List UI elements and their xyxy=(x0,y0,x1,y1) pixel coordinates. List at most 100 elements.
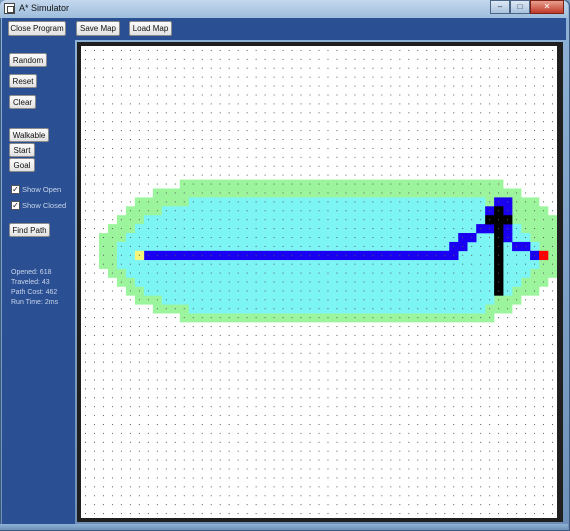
grid-dot xyxy=(210,201,212,203)
grid-dot xyxy=(444,192,446,194)
grid-dot xyxy=(480,219,482,221)
grid-dot xyxy=(543,165,545,167)
minimize-button[interactable]: – xyxy=(490,0,510,14)
grid-dot xyxy=(435,147,437,149)
grid-dot xyxy=(534,94,536,96)
grid-dot xyxy=(264,343,266,345)
grid-dot xyxy=(390,85,392,87)
grid-dot xyxy=(246,139,248,141)
grid-dot xyxy=(372,139,374,141)
grid-dot xyxy=(165,326,167,328)
reset-button[interactable]: Reset xyxy=(9,74,37,88)
grid-dot xyxy=(381,397,383,399)
grid-dot xyxy=(201,192,203,194)
load-map-button[interactable]: Load Map xyxy=(129,21,172,36)
grid-dot xyxy=(102,67,104,69)
grid-dot xyxy=(237,370,239,372)
grid-dot xyxy=(102,165,104,167)
grid-dot xyxy=(147,156,149,158)
grid-dot xyxy=(84,263,86,265)
grid-dot xyxy=(93,67,95,69)
close-window-button[interactable]: ✕ xyxy=(530,0,564,14)
grid-dot xyxy=(291,477,293,479)
grid-dot xyxy=(147,236,149,238)
grid-dot xyxy=(120,263,122,265)
close-program-button[interactable]: Close Program xyxy=(8,21,66,36)
grid-dot xyxy=(327,112,329,114)
grid-dot xyxy=(264,103,266,105)
grid-dot xyxy=(525,263,527,265)
grid-dot xyxy=(534,112,536,114)
show-closed-checkbox[interactable]: ✓ xyxy=(11,201,20,210)
grid-dot xyxy=(246,236,248,238)
grid-dot xyxy=(282,236,284,238)
grid-dot xyxy=(543,317,545,319)
grid-dot xyxy=(507,486,509,488)
grid-dot xyxy=(435,121,437,123)
grid-dot xyxy=(435,139,437,141)
grid-dot xyxy=(462,281,464,283)
grid-dot xyxy=(399,94,401,96)
grid-dot xyxy=(417,361,419,363)
show-open-checkbox[interactable]: ✓ xyxy=(11,185,20,194)
grid-dot xyxy=(480,147,482,149)
title-bar[interactable]: A* Simulator – □ ✕ xyxy=(0,0,568,18)
grid-dot xyxy=(156,326,158,328)
grid-dot xyxy=(408,236,410,238)
goal-button[interactable]: Goal xyxy=(9,158,35,172)
grid-dot xyxy=(84,245,86,247)
grid-dot xyxy=(219,504,221,506)
grid-dot xyxy=(273,236,275,238)
grid-dot xyxy=(129,379,131,381)
grid-dot xyxy=(336,201,338,203)
grid-dot xyxy=(300,352,302,354)
grid-dot xyxy=(426,192,428,194)
grid-dot xyxy=(183,228,185,230)
grid-dot xyxy=(273,415,275,417)
clear-button[interactable]: Clear xyxy=(9,95,36,109)
pathfinding-grid[interactable] xyxy=(81,46,557,518)
grid-dot xyxy=(264,290,266,292)
save-map-button[interactable]: Save Map xyxy=(76,21,120,36)
grid-dot xyxy=(228,201,230,203)
find-path-button[interactable]: Find Path xyxy=(9,223,50,237)
maximize-button[interactable]: □ xyxy=(510,0,530,14)
grid-dot xyxy=(93,459,95,461)
grid-dot xyxy=(210,450,212,452)
grid-dot xyxy=(165,165,167,167)
grid-dot xyxy=(219,112,221,114)
grid-dot xyxy=(300,85,302,87)
grid-dot xyxy=(507,219,509,221)
grid-dot xyxy=(264,183,266,185)
grid-dot xyxy=(318,76,320,78)
grid-dot xyxy=(363,361,365,363)
grid-dot xyxy=(264,67,266,69)
grid-dot xyxy=(354,299,356,301)
grid-dot xyxy=(507,361,509,363)
grid-dot xyxy=(336,58,338,60)
grid-dot xyxy=(183,165,185,167)
grid-dot xyxy=(471,486,473,488)
grid-dot xyxy=(246,121,248,123)
grid-dot xyxy=(228,130,230,132)
show-closed-toggle[interactable]: ✓ Show Closed xyxy=(11,201,66,210)
walkable-button[interactable]: Walkable xyxy=(9,128,49,142)
random-button[interactable]: Random xyxy=(9,53,47,67)
grid-dot xyxy=(210,121,212,123)
grid-dot xyxy=(336,272,338,274)
stats-panel: Opened: 618 Traveled: 43 Path Cost: 462 … xyxy=(11,268,75,308)
grid-canvas[interactable] xyxy=(81,46,557,518)
grid-dot xyxy=(336,85,338,87)
grid-dot xyxy=(525,406,527,408)
grid-dot xyxy=(264,228,266,230)
start-button[interactable]: Start xyxy=(9,143,35,157)
show-open-toggle[interactable]: ✓ Show Open xyxy=(11,185,61,194)
grid-dot xyxy=(246,272,248,274)
grid-dot xyxy=(273,58,275,60)
grid-dot xyxy=(300,272,302,274)
grid-dot xyxy=(138,219,140,221)
grid-dot xyxy=(507,245,509,247)
grid-dot xyxy=(345,415,347,417)
grid-dot xyxy=(273,165,275,167)
grid-dot xyxy=(165,317,167,319)
